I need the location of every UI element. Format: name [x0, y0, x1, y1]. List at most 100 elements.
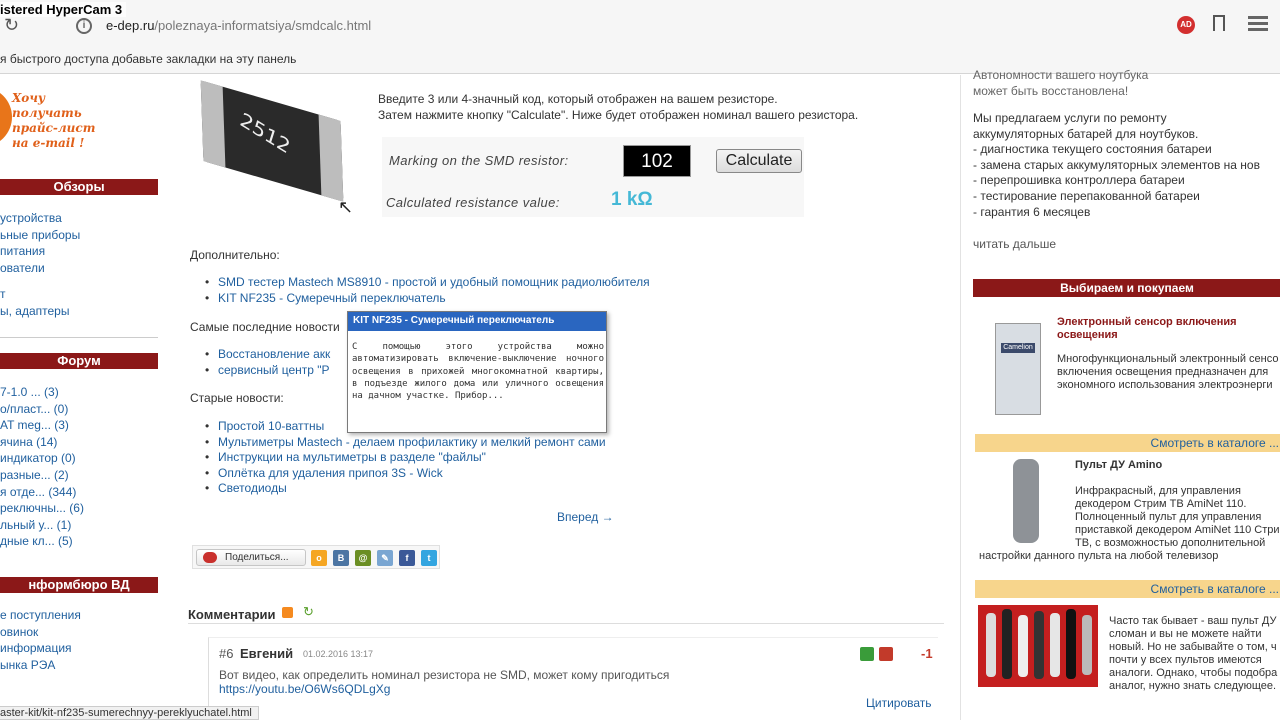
catalog-link[interactable]: Смотреть в каталоге ...: [975, 580, 1280, 598]
mailru-icon[interactable]: @: [355, 550, 371, 566]
sidebar-divider: [0, 337, 158, 338]
sidebar-link[interactable]: ячина (14): [0, 434, 160, 451]
sidebar-link[interactable]: информация: [0, 640, 160, 657]
battery-services: Мы предлагаем услуги по ремонту аккумуля…: [973, 111, 1260, 219]
product-title-remote[interactable]: Пульт ДУ Amino: [1075, 459, 1162, 472]
promo-text: Хочу получать прайс-лист на e-mail !: [12, 91, 96, 150]
latest-news-heading: Самые последние новости: [190, 320, 340, 334]
comments-heading: Комментарии: [188, 607, 276, 622]
info-icon[interactable]: i: [76, 18, 92, 34]
product-desc-light-sensor: Многофункциональный электронный сенсо вк…: [1057, 353, 1279, 391]
sidebar-link[interactable]: питания: [0, 243, 160, 260]
sidebar-link[interactable]: индикатор (0): [0, 450, 160, 467]
sidebar-link[interactable]: дные кл... (5): [0, 533, 160, 550]
reload-icon[interactable]: ↻: [4, 15, 19, 36]
next-page-link[interactable]: Вперед →: [557, 510, 614, 524]
sidebar-heading-forum: Форум: [0, 353, 158, 369]
url-text: e-dep.ru/poleznaya-informatsiya/smdcalc.…: [106, 18, 372, 33]
sidebar-link[interactable]: ьные приборы: [0, 227, 160, 244]
sidebar-heading-reviews: Обзоры: [0, 179, 158, 195]
news-link[interactable]: Оплётка для удаления припоя 3S - Wick: [205, 466, 606, 482]
additional-heading: Дополнительно:: [190, 248, 280, 262]
comment-text: Вот видео, как определить номинал резист…: [219, 668, 670, 682]
news-link[interactable]: Светодиоды: [205, 481, 606, 497]
latest-news-links: Восстановление акк сервисный центр "Р: [205, 347, 330, 379]
comment-item: #6 Евгений 01.02.2016 13:17 -1 Вот видео…: [208, 637, 938, 720]
comment-date: 01.02.2016 13:17: [303, 649, 374, 659]
smd-resistor-image: 2512: [192, 79, 352, 209]
sidebar-link[interactable]: е поступления: [0, 607, 160, 624]
comment-author: Евгений: [240, 646, 294, 661]
adblock-icon[interactable]: AD: [1177, 16, 1195, 34]
calculator-instructions: Введите 3 или 4-значный код, который ото…: [378, 92, 859, 122]
sidebar-link[interactable]: ователи: [0, 260, 160, 277]
bookmarks-bar-hint: я быстрого доступа добавьте закладки на …: [0, 52, 297, 66]
sidebar-link[interactable]: овинок: [0, 624, 160, 641]
sidebar-link[interactable]: 7-1.0 ... (3): [0, 384, 160, 401]
sidebar-list-infobureau: е поступления овинок информация ынка РЭА: [0, 607, 160, 673]
comment-number[interactable]: #6: [219, 646, 233, 661]
odnoklassniki-icon[interactable]: о: [311, 550, 327, 566]
tooltip-body: С помощью этого устройства можно автомат…: [352, 342, 604, 402]
news-link[interactable]: Инструкции на мультиметры в разделе "фай…: [205, 450, 606, 466]
sidebar-link[interactable]: ынка РЭА: [0, 657, 160, 674]
article-link[interactable]: SMD тестер Mastech MS8910 - простой и уд…: [205, 275, 650, 291]
product-title-light-sensor[interactable]: Электронный сенсор включения освещения: [1057, 316, 1237, 342]
share-bar: Поделиться... о В @ ✎ f t: [192, 545, 440, 569]
share-button[interactable]: Поделиться...: [196, 549, 306, 566]
remotes-image[interactable]: [978, 605, 1098, 687]
calculate-button[interactable]: Calculate: [716, 149, 802, 173]
resistor-code-label: 2512: [237, 107, 294, 159]
sidebar-link[interactable]: о/пласт... (0): [0, 401, 160, 418]
buy-heading: Выбираем и покупаем: [973, 279, 1280, 297]
smd-calculator: Marking on the SMD resistor: 102 Calcula…: [382, 137, 804, 217]
sidebar-link[interactable]: разные... (2): [0, 467, 160, 484]
left-sidebar: Хочу получать прайс-лист на e-mail ! Обз…: [0, 75, 160, 720]
address-bar[interactable]: i e-dep.ru/poleznaya-informatsiya/smdcal…: [70, 12, 1200, 40]
vote-down-icon[interactable]: [879, 647, 893, 661]
sidebar-link[interactable]: реключны... (6): [0, 500, 160, 517]
article-link[interactable]: KIT NF235 - Сумеречный переключатель: [205, 291, 650, 307]
quote-button[interactable]: Цитировать: [866, 696, 932, 710]
vote-up-icon[interactable]: [860, 647, 874, 661]
sidebar-link[interactable]: я отде... (344): [0, 484, 160, 501]
price-list-promo[interactable]: Хочу получать прайс-лист на e-mail !: [0, 83, 160, 153]
livejournal-icon[interactable]: ✎: [377, 550, 393, 566]
browser-toolbar: ↻ i e-dep.ru/poleznaya-informatsiya/smdc…: [0, 12, 1280, 40]
catalog-link[interactable]: Смотреть в каталоге ...: [975, 434, 1280, 452]
result-label: Calculated resistance value:: [386, 195, 560, 210]
news-link[interactable]: сервисный центр "Р: [205, 363, 330, 379]
vk-icon[interactable]: В: [333, 550, 349, 566]
link-preview-tooltip: KIT NF235 - Сумеречный переключатель С п…: [347, 311, 607, 433]
comment-video-link[interactable]: https://youtu.be/O6Ws6QDLgXg: [219, 682, 390, 696]
twitter-icon[interactable]: t: [421, 550, 437, 566]
comments-divider: [188, 623, 944, 624]
main-content: 2512 Введите 3 или 4-значный код, которы…: [172, 75, 958, 720]
product-desc-remote: Инфракрасный, для управления декодером С…: [979, 485, 1280, 562]
remote-amino-image[interactable]: [1013, 459, 1039, 543]
right-sidebar: Автономности вашего ноутбука может быть …: [960, 68, 1280, 720]
sidebar-link[interactable]: льный у... (1): [0, 517, 160, 534]
browser-chrome: istered HyperCam 3 ↻ i e-dep.ru/poleznay…: [0, 0, 1280, 74]
mouse-cursor-icon: ↖: [338, 197, 354, 217]
facebook-icon[interactable]: f: [399, 550, 415, 566]
news-link[interactable]: Восстановление акк: [205, 347, 330, 363]
news-link[interactable]: Мультиметры Mastech - делаем профилактик…: [205, 435, 606, 451]
additional-links: SMD тестер Mastech MS8910 - простой и уд…: [205, 275, 650, 307]
light-sensor-image[interactable]: Camelion: [983, 319, 1049, 419]
sidebar-list-forum: 7-1.0 ... (3) о/пласт... (0) AT meg... (…: [0, 384, 160, 550]
rss-icon[interactable]: [282, 607, 293, 618]
old-news-heading: Старые новости:: [190, 391, 284, 405]
sidebar-link[interactable]: ы, адаптеры: [0, 303, 160, 320]
marking-code-input[interactable]: 102: [623, 145, 691, 177]
refresh-comments-icon[interactable]: ↻: [303, 604, 314, 620]
read-more-link[interactable]: читать дальше: [973, 237, 1056, 253]
browser-menu-icon[interactable]: [1248, 16, 1268, 32]
tooltip-title: KIT NF235 - Сумеречный переключатель: [348, 312, 606, 331]
sidebar-link[interactable]: устройства: [0, 210, 160, 227]
bookmark-icon[interactable]: [1213, 15, 1225, 31]
recorder-watermark: istered HyperCam 3: [0, 2, 127, 17]
sidebar-link[interactable]: т: [0, 286, 160, 303]
marking-label: Marking on the SMD resistor:: [389, 153, 569, 168]
sidebar-link[interactable]: AT meg... (3): [0, 417, 160, 434]
